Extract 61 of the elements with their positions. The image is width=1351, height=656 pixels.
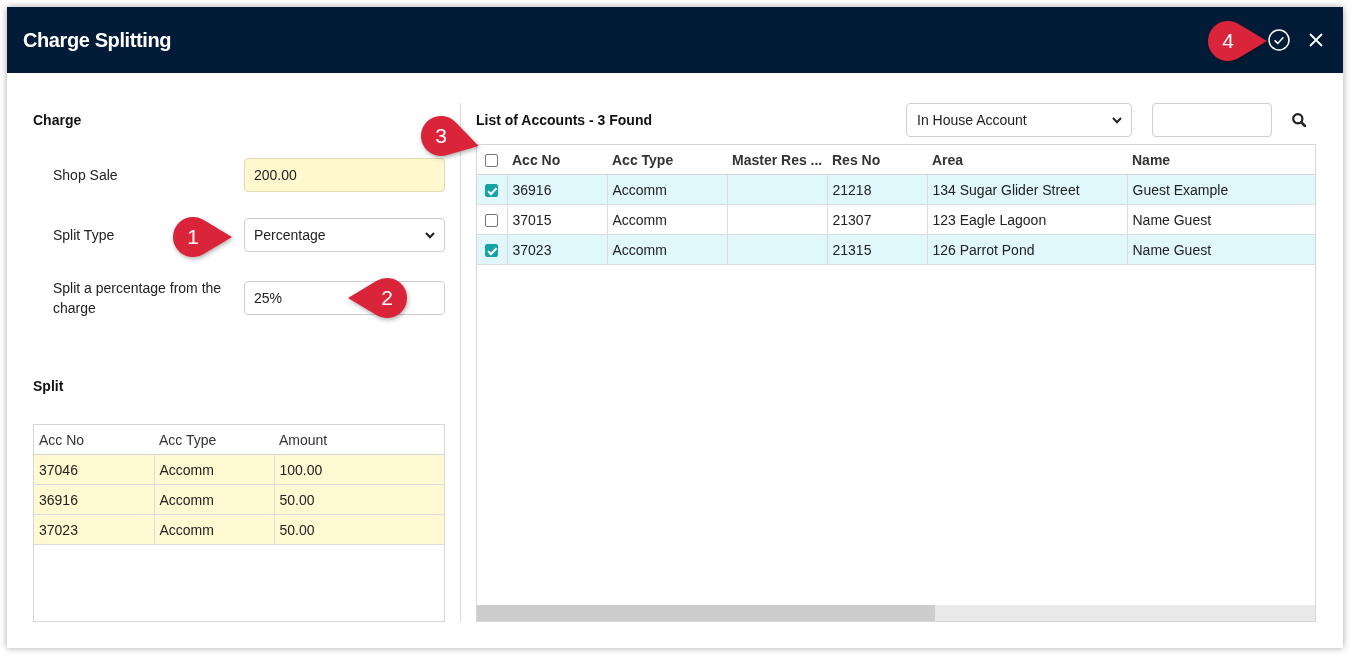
table-cell: 36916: [34, 484, 154, 515]
table-cell: Accomm: [607, 234, 727, 265]
table-cell: 21315: [827, 234, 927, 265]
table-cell: 123 Eagle Lagoon: [927, 204, 1127, 235]
table-cell: Name Guest: [1127, 204, 1315, 235]
table-cell: Guest Example: [1127, 174, 1315, 205]
table-cell: Accomm: [154, 514, 274, 545]
dropdown[interactable]: In House Account: [906, 103, 1132, 137]
table-cell: 37023: [34, 514, 154, 545]
table-cell: 100.00: [274, 454, 444, 485]
column-header: Acc Type: [607, 145, 727, 175]
checkbox[interactable]: [485, 214, 498, 228]
column-header: Acc No: [34, 425, 154, 455]
dialog-title: Charge Splitting: [23, 28, 172, 52]
check-circle-icon: [1268, 29, 1290, 51]
column-header: Master Res ...: [727, 145, 827, 175]
checkbox[interactable]: [485, 184, 498, 198]
confirm-button[interactable]: [1268, 29, 1290, 51]
section-heading: Split: [33, 378, 64, 394]
table-cell: Name Guest: [1127, 234, 1315, 265]
callout-marker: 1: [173, 217, 232, 257]
input-field[interactable]: 200.00: [244, 158, 445, 192]
table-cell: Accomm: [154, 454, 274, 485]
section-heading: List of Accounts - 3 Found: [476, 112, 653, 128]
table-cell: 50.00: [274, 484, 444, 515]
field-label: Split a percentage from the charge: [53, 279, 223, 318]
table-cell: 37023: [507, 234, 607, 265]
horizontal-scrollbar[interactable]: [477, 605, 1315, 621]
field-label: Split Type: [53, 226, 115, 245]
table-cell: Accomm: [154, 484, 274, 515]
dropdown[interactable]: Percentage: [244, 218, 445, 252]
callout-marker: 2: [348, 278, 407, 318]
table-cell: 37046: [34, 454, 154, 485]
checkbox[interactable]: [485, 154, 498, 168]
table-cell: 126 Parrot Pond: [927, 234, 1127, 265]
chevron-down-icon: [425, 231, 435, 239]
search-button[interactable]: [1292, 113, 1306, 127]
table-cell: Accomm: [607, 174, 727, 205]
column-header: Area: [927, 145, 1127, 175]
checkbox[interactable]: [485, 244, 498, 258]
section-heading: Charge: [33, 112, 82, 128]
callout-marker: 4: [1208, 21, 1267, 61]
column-header: Amount: [274, 425, 444, 455]
column-header: Name: [1127, 145, 1315, 175]
chevron-down-icon: [1112, 116, 1122, 124]
column-header: Acc Type: [154, 425, 274, 455]
table-cell: 37015: [507, 204, 607, 235]
field-label: Shop Sale: [53, 166, 118, 185]
table-cell: 36916: [507, 174, 607, 205]
scrollbar-thumb[interactable]: [477, 605, 935, 621]
table-cell: 21307: [827, 204, 927, 235]
search-icon: [1292, 113, 1306, 127]
table-cell: Accomm: [607, 204, 727, 235]
search-field[interactable]: [1152, 103, 1272, 137]
close-icon: [1309, 33, 1323, 47]
table-cell: 134 Sugar Glider Street: [927, 174, 1127, 205]
column-header: Res No: [827, 145, 927, 175]
close-button[interactable]: [1309, 33, 1323, 47]
table-cell: 50.00: [274, 514, 444, 545]
column-header: Acc No: [507, 145, 607, 175]
table-cell: 21218: [827, 174, 927, 205]
